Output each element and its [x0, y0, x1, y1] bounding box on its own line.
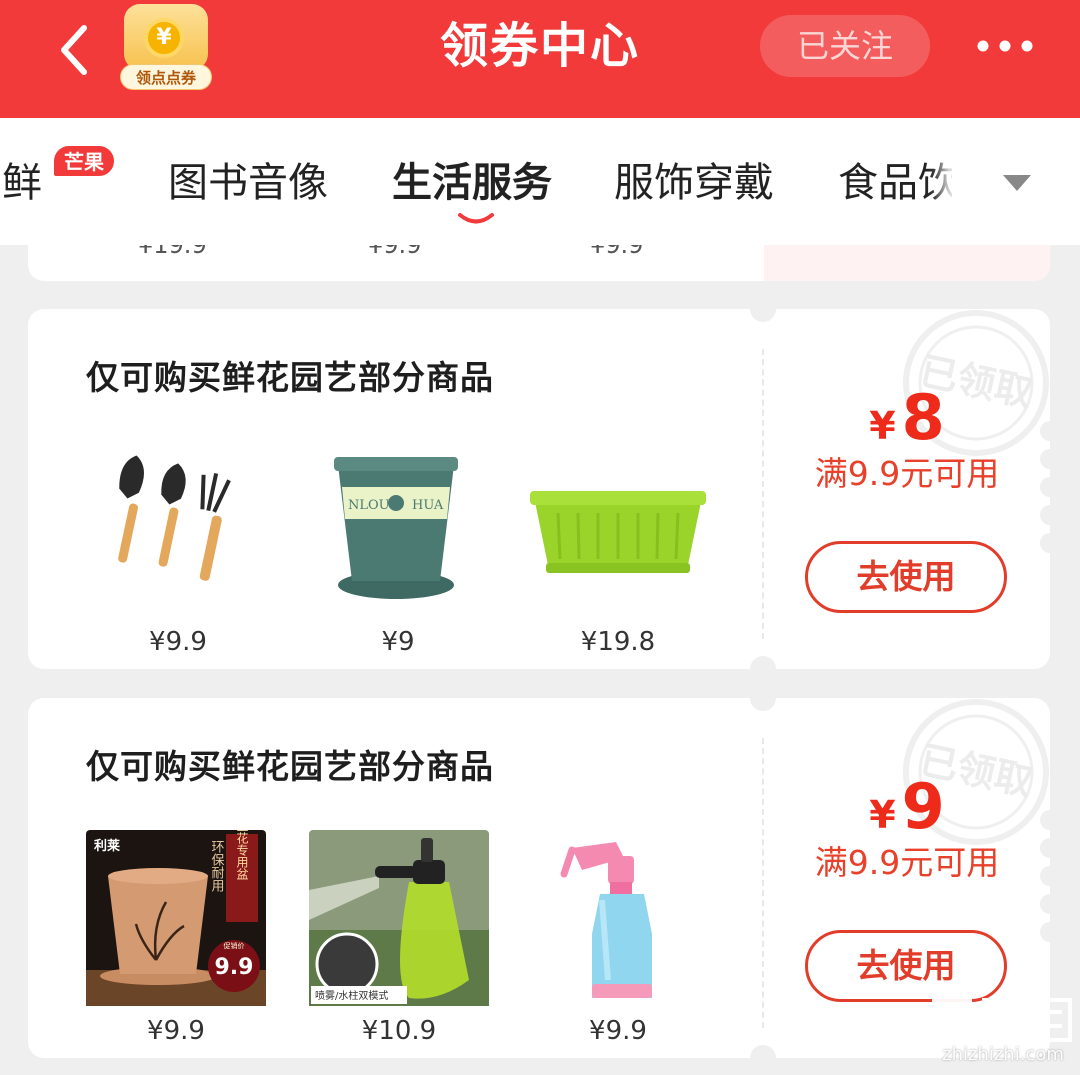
orchid-pot-image: 兰花专用盆 环保耐用 利莱 促销价 9.9 — [86, 830, 266, 1006]
dropdown-arrow-icon[interactable] — [1000, 172, 1034, 194]
tab-food[interactable]: 食品饮 — [838, 158, 958, 208]
coupon-card: 仅可购买鲜花园艺部分商品 兰花专用盆 环保耐用 利莱 促销价 9.9 ¥9.9 — [28, 698, 1050, 1058]
green-flower-pot-image: NLOU HUA — [334, 457, 458, 599]
site-watermark: zhizhizhi.com — [928, 994, 1078, 1074]
coupon-scope-title: 仅可购买鲜花园艺部分商品 — [86, 747, 494, 786]
svg-text:促销价: 促销价 — [224, 941, 245, 950]
coupon-scope-title: 仅可购买鲜花园艺部分商品 — [86, 358, 494, 397]
product-price: ¥9.9 — [590, 245, 644, 259]
category-tabs: 生鲜 芒果 图书音像 生活服务 服饰穿戴 食品饮 — [0, 118, 1080, 245]
back-arrow-icon[interactable] — [50, 20, 100, 80]
svg-text:环保耐用: 环保耐用 — [209, 840, 225, 893]
product-price: ¥9.9 — [147, 1016, 205, 1046]
svg-text:HUA: HUA — [412, 498, 444, 513]
svg-text:9.9: 9.9 — [215, 955, 254, 980]
coupon-value: 8 — [901, 381, 945, 454]
product-price: ¥10.9 — [361, 1016, 437, 1046]
product-price: ¥9.9 — [589, 1016, 647, 1046]
svg-text:喷雾/水柱双模式: 喷雾/水柱双模式 — [315, 989, 388, 1002]
coupon-amount: ¥9 — [764, 770, 1050, 843]
product-price: ¥19.9 — [138, 245, 207, 259]
coupon-points-badge[interactable]: ¥ 领点点券 — [118, 0, 214, 92]
more-options-icon[interactable] — [970, 26, 1040, 66]
product-price: ¥9.9 — [149, 627, 207, 657]
page-title: 领券中心 — [439, 18, 640, 74]
green-planter-box-image — [530, 491, 706, 573]
active-tab-indicator — [458, 213, 494, 224]
tab-life-services[interactable]: 生活服务 — [392, 158, 552, 208]
use-coupon-button[interactable]: 去使用 — [805, 930, 1007, 1002]
watermark-logo-icon — [932, 998, 1072, 1042]
tab-badge: 芒果 — [52, 144, 116, 178]
follow-button[interactable]: 已关注 — [760, 15, 930, 77]
svg-text:利莱: 利莱 — [94, 838, 120, 854]
coupon-card-partial: ¥19.9 ¥9.9 ¥9.9 — [28, 245, 1050, 281]
coupon-condition: 满9.9元可用 — [814, 454, 1000, 493]
blue-spray-bottle-image — [560, 842, 652, 998]
coin-icon: ¥ — [144, 18, 184, 58]
product-price: ¥9 — [381, 627, 415, 657]
product-price: ¥19.8 — [580, 627, 656, 657]
watermark-site: zhizhizhi.com — [942, 1044, 1064, 1065]
currency-symbol: ¥ — [869, 793, 896, 837]
currency-symbol: ¥ — [869, 404, 896, 448]
top-bar: ¥ 领点点券 领券中心 已关注 — [0, 0, 1080, 118]
tab-apparel[interactable]: 服饰穿戴 — [614, 158, 774, 208]
use-coupon-button[interactable]: 去使用 — [805, 541, 1007, 613]
tab-books-media[interactable]: 图书音像 — [168, 158, 328, 208]
product-price: ¥9.9 — [368, 245, 422, 259]
coupon-card: 仅可购买鲜花园艺部分商品 ¥9.9 NLOU HUA ¥9 ¥19.8 已领取 … — [28, 309, 1050, 669]
svg-text:NLOU: NLOU — [348, 498, 390, 513]
coupon-amount: ¥8 — [764, 381, 1050, 454]
green-spray-bottle-image: 喷雾/水柱双模式 — [309, 830, 489, 1006]
coupon-condition: 满9.9元可用 — [814, 843, 1000, 882]
tab-fresh[interactable]: 生鲜 — [0, 158, 42, 208]
coupon-points-label: 领点点券 — [120, 64, 212, 90]
coupon-value: 9 — [901, 770, 945, 843]
svg-text:兰花专用盆: 兰花专用盆 — [235, 830, 249, 880]
garden-tools-image — [118, 455, 231, 581]
